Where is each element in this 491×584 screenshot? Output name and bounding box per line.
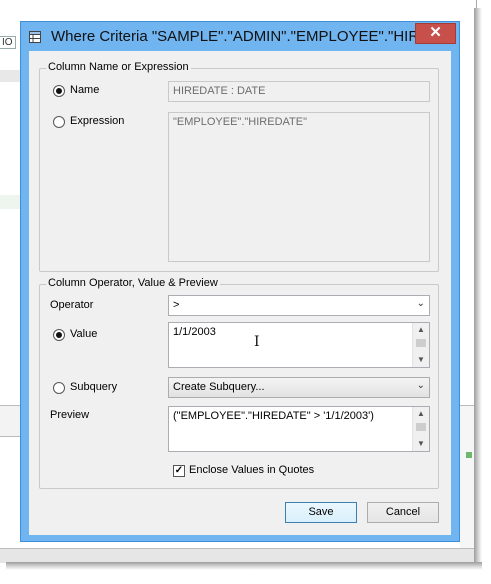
- name-label: Name: [70, 84, 100, 96]
- cancel-button[interactable]: Cancel: [367, 502, 439, 523]
- ibeam-cursor-icon: I: [254, 334, 260, 350]
- close-icon: ✕: [429, 24, 442, 41]
- dialog-title: Where Criteria "SAMPLE"."ADMIN"."EMPLOYE…: [51, 28, 442, 45]
- expression-label: Expression: [70, 115, 125, 127]
- subquery-dropdown[interactable]: Create Subquery... ⌄: [168, 377, 430, 398]
- scroll-down-icon[interactable]: ▼: [413, 353, 429, 367]
- scroll-up-icon[interactable]: ▲: [413, 323, 429, 337]
- value-text: 1/1/2003: [173, 326, 216, 338]
- column-name-group: Column Name or Expression Name HIREDATE …: [39, 61, 439, 272]
- scroll-up-icon[interactable]: ▲: [413, 407, 429, 421]
- name-radio[interactable]: [53, 85, 65, 97]
- operator-value: >: [173, 299, 180, 311]
- radio-selected-dot: [56, 332, 62, 338]
- subquery-value: Create Subquery...: [173, 381, 265, 393]
- background-status-marker: [466, 452, 472, 458]
- scroll-thumb[interactable]: [416, 423, 426, 431]
- table-window-icon: [29, 31, 41, 43]
- value-textarea[interactable]: 1/1/2003 ▲ ▼: [168, 322, 430, 368]
- screenshot-shadow-bottom: [6, 562, 482, 570]
- save-button[interactable]: Save: [285, 502, 357, 523]
- value-radio[interactable]: [53, 329, 65, 341]
- operator-dropdown[interactable]: > ⌄: [168, 295, 430, 316]
- preview-text: ("EMPLOYEE"."HIREDATE" > '1/1/2003'): [173, 410, 374, 422]
- preview-textarea[interactable]: ("EMPLOYEE"."HIREDATE" > '1/1/2003') ▲ ▼: [168, 406, 430, 452]
- expression-radio[interactable]: [53, 116, 65, 128]
- title-bar[interactable]: Where Criteria "SAMPLE"."ADMIN"."EMPLOYE…: [21, 22, 459, 52]
- chevron-down-icon: ⌄: [416, 380, 425, 391]
- background-corner-text: IO: [0, 36, 16, 49]
- dialog-body: Column Name or Expression Name HIREDATE …: [29, 51, 451, 535]
- enclose-quotes-label: Enclose Values in Quotes: [189, 464, 315, 476]
- operator-label: Operator: [50, 299, 94, 311]
- preview-scrollbar[interactable]: ▲ ▼: [412, 407, 429, 451]
- subquery-label: Subquery: [70, 381, 118, 393]
- screenshot-shadow-right: [474, 8, 482, 568]
- enclose-quotes-checkbox[interactable]: ✓: [173, 465, 185, 477]
- expression-textarea[interactable]: "EMPLOYEE"."HIREDATE": [168, 112, 430, 262]
- operator-value-preview-group: Column Operator, Value & Preview Operato…: [39, 277, 439, 489]
- where-criteria-dialog: Where Criteria "SAMPLE"."ADMIN"."EMPLOYE…: [20, 21, 460, 542]
- radio-selected-dot: [56, 88, 62, 94]
- scroll-down-icon[interactable]: ▼: [413, 437, 429, 451]
- name-field[interactable]: HIREDATE : DATE: [168, 81, 430, 102]
- subquery-radio[interactable]: [53, 382, 65, 394]
- background-scrollbar: [0, 548, 476, 563]
- preview-label: Preview: [50, 409, 90, 421]
- value-label: Value: [70, 328, 98, 340]
- close-button[interactable]: ✕: [415, 23, 456, 44]
- value-scrollbar[interactable]: ▲ ▼: [412, 323, 429, 367]
- background-divider: [0, 405, 20, 437]
- operator-group-legend: Column Operator, Value & Preview: [46, 277, 220, 289]
- chevron-down-icon: ⌄: [416, 298, 425, 309]
- scroll-thumb[interactable]: [416, 339, 426, 347]
- column-name-group-legend: Column Name or Expression: [46, 61, 191, 73]
